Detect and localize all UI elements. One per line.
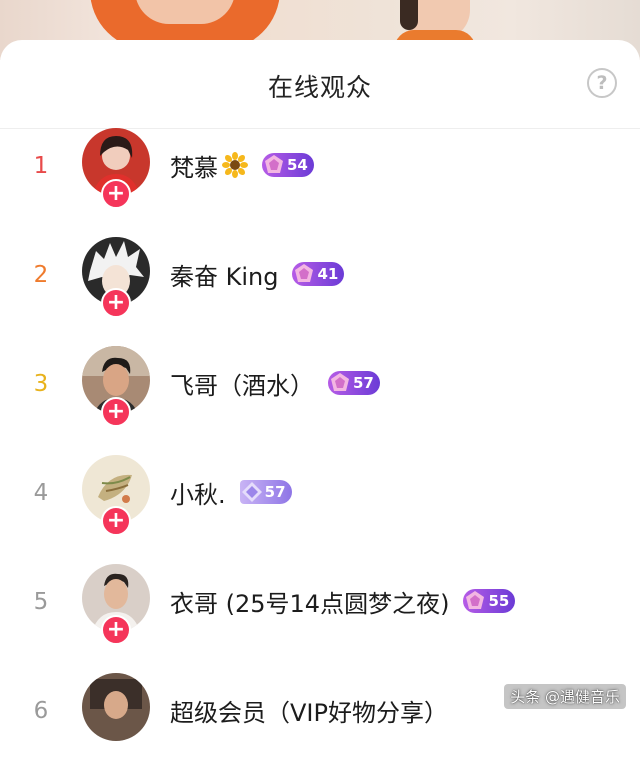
online-viewers-sheet: 在线观众 ? 1 + 梵慕 54 2 + 秦奋 King 41 3 + 飞哥（酒… bbox=[0, 40, 640, 741]
follow-button[interactable]: + bbox=[101, 615, 131, 645]
viewer-row[interactable]: 3 + 飞哥（酒水） 57 bbox=[0, 346, 640, 455]
level-badge: 57 bbox=[328, 371, 380, 395]
watermark: 头条 @遇健音乐 bbox=[504, 684, 626, 709]
help-icon[interactable]: ? bbox=[587, 68, 617, 98]
level-badge: 41 bbox=[292, 262, 345, 286]
viewer-name: 飞哥（酒水） bbox=[170, 371, 314, 400]
level-number: 57 bbox=[353, 374, 374, 392]
level-number: 41 bbox=[317, 265, 339, 283]
level-number: 55 bbox=[488, 592, 510, 610]
guest-figure bbox=[394, 0, 476, 50]
gem-icon bbox=[265, 155, 283, 173]
rank-number: 1 bbox=[33, 153, 49, 179]
follow-button[interactable]: + bbox=[101, 179, 131, 209]
sunflower-icon bbox=[222, 152, 248, 178]
follow-button[interactable]: + bbox=[101, 397, 131, 427]
viewer-row[interactable]: 4 + 小秋. 57 bbox=[0, 455, 640, 564]
sheet-title: 在线观众 bbox=[267, 73, 372, 102]
viewer-name: 秦奋 King bbox=[170, 262, 279, 291]
level-badge: 55 bbox=[463, 589, 516, 613]
diamond-icon bbox=[241, 482, 262, 502]
avatar[interactable] bbox=[82, 673, 150, 741]
level-number: 57 bbox=[264, 483, 286, 501]
viewer-name: 超级会员（VIP好物分享） bbox=[170, 698, 448, 727]
viewer-name: 衣哥 (25号14点圆梦之夜) bbox=[170, 589, 450, 618]
level-number: 54 bbox=[287, 156, 308, 174]
rank-number: 3 bbox=[33, 371, 49, 397]
rank-number: 2 bbox=[33, 262, 49, 288]
rank-number: 4 bbox=[33, 480, 49, 506]
gem-icon bbox=[331, 373, 349, 391]
follow-button[interactable]: + bbox=[101, 506, 131, 536]
viewer-row[interactable]: 5 + 衣哥 (25号14点圆梦之夜) 55 bbox=[0, 564, 640, 673]
viewer-row[interactable]: 1 + 梵慕 54 bbox=[0, 128, 640, 237]
viewer-name: 小秋. bbox=[170, 480, 226, 509]
viewer-name: 梵慕 bbox=[170, 153, 218, 182]
level-badge: 57 bbox=[239, 480, 292, 504]
rank-number: 5 bbox=[33, 589, 49, 615]
sheet-header: 在线观众 ? bbox=[0, 40, 640, 129]
follow-button[interactable]: + bbox=[101, 288, 131, 318]
gem-icon bbox=[295, 264, 314, 282]
viewer-row[interactable]: 2 + 秦奋 King 41 bbox=[0, 237, 640, 346]
gem-icon bbox=[466, 591, 485, 609]
rank-number: 6 bbox=[33, 698, 49, 724]
level-badge: 54 bbox=[262, 153, 314, 177]
